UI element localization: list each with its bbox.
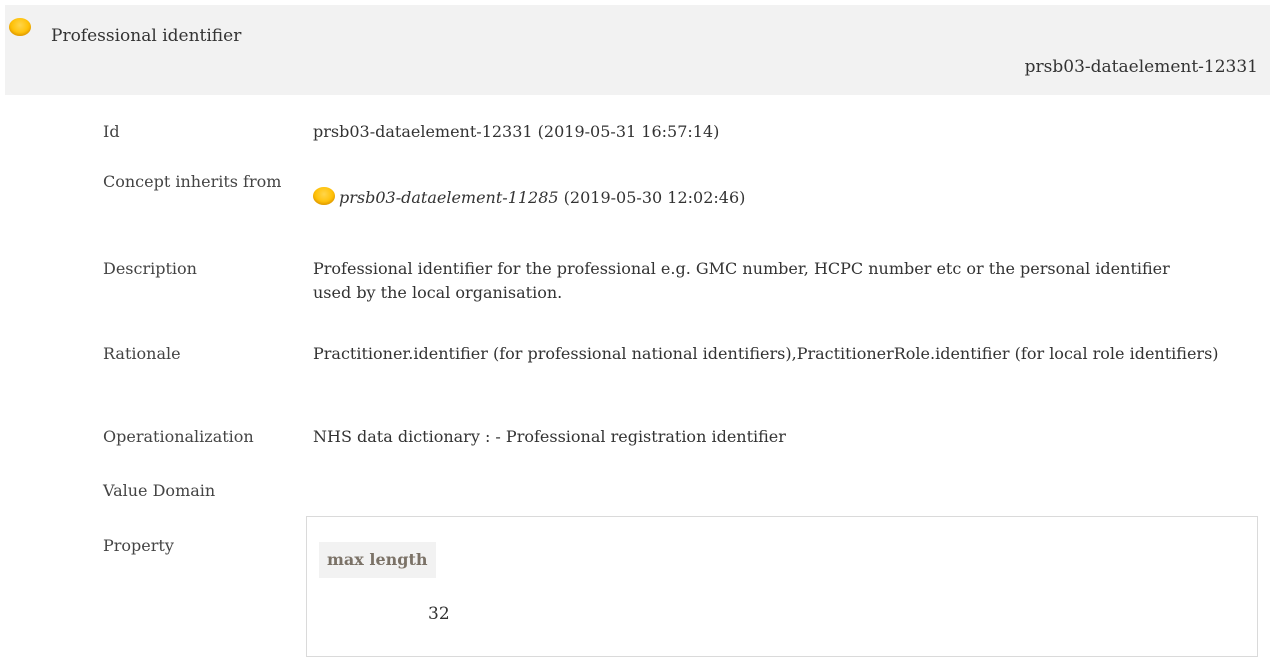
page-title: Professional identifier	[51, 26, 242, 46]
description-label: Description	[103, 259, 197, 278]
operationalization-label: Operationalization	[103, 427, 254, 446]
inherit-status-dot-icon	[313, 187, 335, 205]
rationale-label: Rationale	[103, 344, 181, 363]
inherits-ref-link[interactable]: prsb03-dataelement-11285	[339, 188, 559, 207]
id-value: prsb03-dataelement-12331 (2019-05-31 16:…	[313, 122, 720, 141]
operationalization-value: NHS data dictionary : - Professional reg…	[313, 427, 786, 446]
id-label: Id	[103, 122, 120, 141]
page-id: prsb03-dataelement-12331	[1024, 57, 1258, 77]
description-value: Professional identifier for the professi…	[313, 259, 1170, 302]
value-domain-label: Value Domain	[103, 481, 216, 500]
inherits-value: prsb03-dataelement-11285 (2019-05-30 12:…	[313, 186, 1263, 210]
rationale-value: Practitioner.identifier (for professiona…	[313, 344, 1219, 363]
status-dot-icon	[9, 18, 31, 36]
property-cell-value: 32	[428, 604, 450, 624]
property-column-header: max length	[319, 542, 436, 578]
page-header: Professional identifier prsb03-dataeleme…	[5, 5, 1270, 95]
inherits-ref-date: (2019-05-30 12:02:46)	[558, 188, 746, 207]
inherits-label: Concept inherits from	[103, 172, 282, 191]
property-label: Property	[103, 536, 174, 555]
property-table: max length 32	[306, 516, 1258, 657]
